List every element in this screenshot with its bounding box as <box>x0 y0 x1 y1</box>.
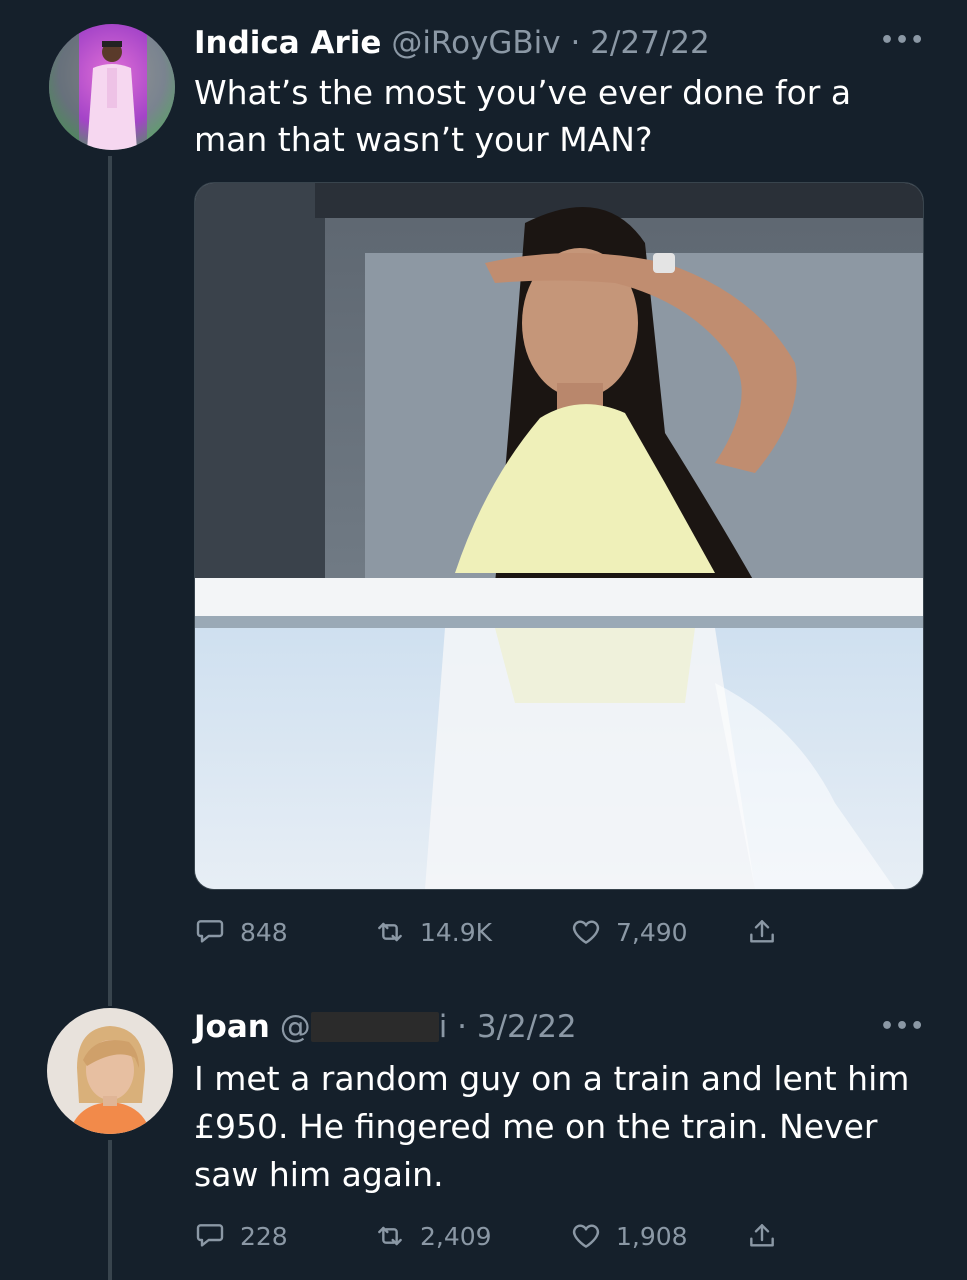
author-name[interactable]: Joan <box>194 1009 270 1045</box>
avatar[interactable] <box>49 24 175 150</box>
handle-start: @ <box>279 1009 311 1045</box>
share-icon <box>750 1224 774 1247</box>
reply-button[interactable]: 228 <box>194 1216 288 1256</box>
author-name[interactable]: Indica Arie <box>194 25 381 61</box>
retweet-count: 14.9K <box>420 917 493 947</box>
reply-header: Joan @ i · 3/2/22 <box>194 1008 577 1046</box>
retweet-button[interactable]: 14.9K <box>374 912 492 952</box>
retweet-count: 2,409 <box>420 1221 492 1251</box>
like-count: 7,490 <box>616 917 688 947</box>
separator: · <box>560 25 591 61</box>
retweet-icon <box>378 922 402 942</box>
tweet-photo[interactable] <box>194 182 924 890</box>
avatar[interactable] <box>47 1008 173 1134</box>
reply-text-line-3: saw him again. <box>194 1155 444 1194</box>
reply-icon <box>196 1224 224 1247</box>
tweet-header: Indica Arie @iRoyGBiv · 2/27/22 <box>194 24 710 62</box>
heart-icon <box>572 1224 600 1248</box>
reply-text-line-2: £950. He fingered me on the train. Never <box>194 1107 878 1146</box>
like-button[interactable]: 1,908 <box>570 1216 688 1256</box>
share-button[interactable] <box>746 912 792 952</box>
tweet-text-line-2: man that wasn’t your MAN? <box>194 120 653 159</box>
like-button[interactable]: 7,490 <box>570 912 688 952</box>
thread-connector-line <box>108 1140 112 1280</box>
reply-text-line-1: I met a random guy on a train and lent h… <box>194 1059 910 1098</box>
like-count: 1,908 <box>616 1221 688 1251</box>
reply-count: 848 <box>240 917 288 947</box>
reply-icon <box>196 920 224 943</box>
heart-icon <box>572 920 600 944</box>
tweet-text-line-1: What’s the most you’ve ever done for a <box>194 73 852 112</box>
share-button[interactable] <box>746 1216 792 1256</box>
reply-button[interactable]: 848 <box>194 912 288 952</box>
share-icon <box>750 920 774 943</box>
separator: · <box>447 1009 477 1045</box>
redacted-handle <box>310 1012 439 1042</box>
more-options-icon[interactable]: ••• <box>880 28 925 53</box>
tweet-date[interactable]: 2/27/22 <box>590 25 710 61</box>
reply-count: 228 <box>240 1221 288 1251</box>
more-options-icon[interactable]: ••• <box>880 1014 925 1039</box>
tweet-date[interactable]: 3/2/22 <box>477 1009 577 1045</box>
author-handle[interactable]: @ i <box>280 1009 448 1045</box>
retweet-button[interactable]: 2,409 <box>374 1216 492 1256</box>
tweet-thread: Indica Arie @iRoyGBiv · 2/27/22 ••• What… <box>0 0 967 1280</box>
thread-connector-line <box>108 156 112 1006</box>
author-handle[interactable]: @iRoyGBiv <box>391 25 560 61</box>
retweet-icon <box>378 1226 402 1246</box>
